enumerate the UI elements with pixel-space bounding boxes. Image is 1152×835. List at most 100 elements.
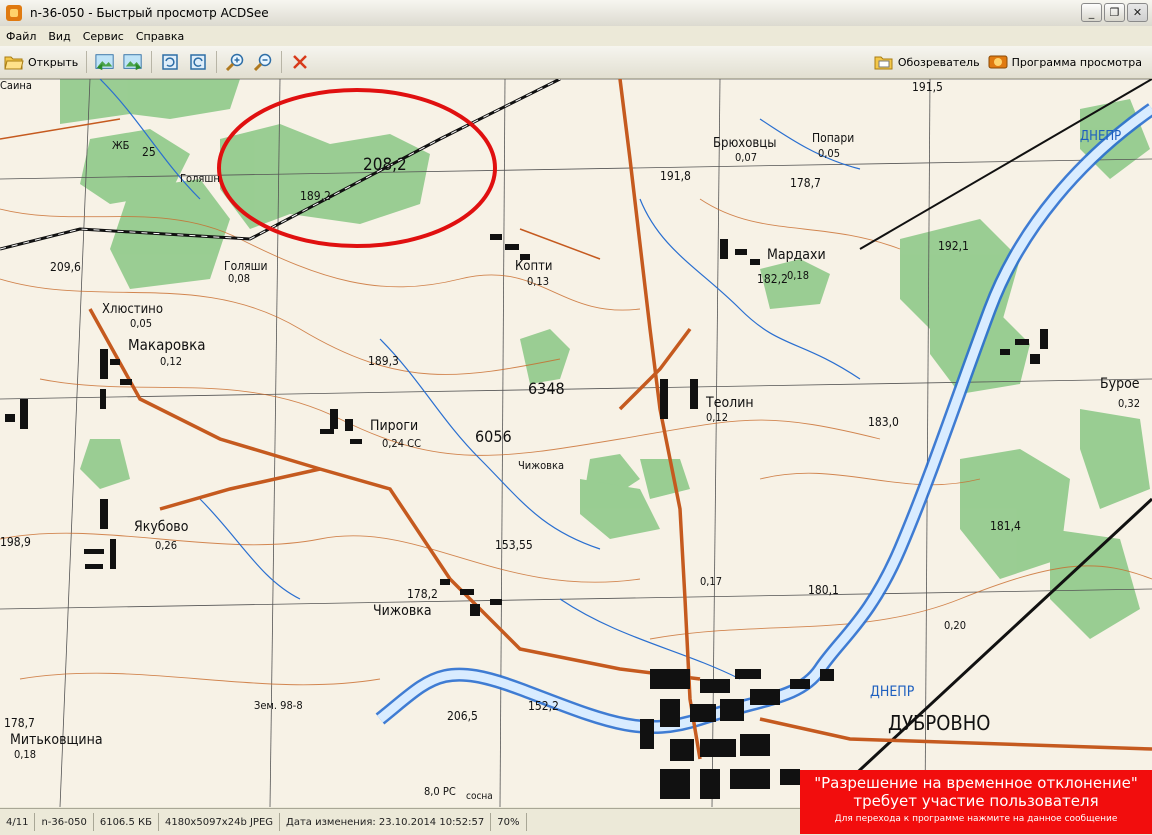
map-label: 189,3 bbox=[368, 354, 399, 368]
map-label: 0,17 bbox=[700, 575, 723, 588]
map-label: 178,7 bbox=[4, 716, 35, 730]
map-label: 153,55 bbox=[495, 538, 533, 552]
map-label: 25 bbox=[142, 145, 156, 159]
toolbar-separator bbox=[151, 51, 153, 73]
map-label: 178,2 bbox=[407, 587, 438, 601]
map-label: Чижовка bbox=[373, 603, 432, 619]
next-image-icon bbox=[123, 52, 143, 72]
zoom-in-icon bbox=[225, 52, 245, 72]
title-bar[interactable]: n-36-050 - Быстрый просмотр ACDSee _ ❐ ✕ bbox=[0, 0, 1152, 27]
toolbar-separator bbox=[216, 51, 218, 73]
map-label: сосна bbox=[466, 791, 493, 802]
menu-file[interactable]: Файл bbox=[0, 30, 42, 43]
zoom-out-button[interactable] bbox=[249, 49, 277, 75]
map-image[interactable]: 208,2 Брюховцы 0,07 Попари 0,05 191,5 ДНЕПР 19… bbox=[0, 79, 1152, 807]
status-size: 6106.5 КБ bbox=[94, 813, 159, 831]
map-label: Митьковщина bbox=[10, 732, 103, 748]
menu-view[interactable]: Вид bbox=[42, 30, 76, 43]
map-label: 0,24 СС bbox=[382, 437, 421, 450]
map-label: ДУБРОВНО bbox=[888, 711, 991, 735]
menu-bar: Файл Вид Сервис Справка bbox=[0, 26, 1152, 46]
restore-icon: ❐ bbox=[1109, 6, 1120, 19]
delete-button[interactable] bbox=[286, 49, 314, 75]
map-label: 206,5 bbox=[447, 709, 478, 723]
map-label: 0,26 bbox=[155, 539, 178, 552]
close-icon: ✕ bbox=[1132, 6, 1143, 19]
rotate-left-button[interactable] bbox=[156, 49, 184, 75]
map-label: ДНЕПР bbox=[1080, 129, 1122, 144]
minimize-button[interactable]: _ bbox=[1081, 3, 1102, 22]
browser-button[interactable]: Обозреватель bbox=[870, 49, 984, 75]
browser-label: Обозреватель bbox=[897, 55, 980, 69]
app-icon bbox=[6, 5, 22, 21]
close-button[interactable]: ✕ bbox=[1127, 3, 1148, 22]
map-label: Саина bbox=[0, 79, 32, 92]
map-label: 0,13 bbox=[527, 275, 550, 288]
map-label: ДНЕПР bbox=[870, 684, 915, 700]
map-label: Копти bbox=[515, 259, 553, 274]
map-label: Чижовка bbox=[518, 459, 565, 472]
notification-line-1: "Разрешение на временное отклонение" bbox=[814, 774, 1138, 792]
map-label: Голяши bbox=[224, 259, 268, 273]
map-label: 0,18 bbox=[14, 748, 37, 761]
notification-line-3: Для перехода к программе нажмите на данн… bbox=[834, 814, 1118, 824]
map-label: Хлюстино bbox=[102, 302, 163, 317]
rotate-right-button[interactable] bbox=[184, 49, 212, 75]
map-label: 0,32 bbox=[1118, 397, 1141, 410]
status-date: Дата изменения: 23.10.2014 10:52:57 bbox=[280, 813, 492, 831]
map-label: 0,20 bbox=[944, 619, 967, 632]
open-label: Открыть bbox=[28, 55, 79, 69]
viewer-icon bbox=[988, 52, 1008, 72]
map-label: 209,6 bbox=[50, 260, 81, 274]
delete-icon bbox=[290, 52, 310, 72]
map-label: 191,5 bbox=[912, 80, 943, 94]
zoom-in-button[interactable] bbox=[221, 49, 249, 75]
zoom-out-icon bbox=[253, 52, 273, 72]
next-image-button[interactable] bbox=[119, 49, 147, 75]
map-label: 8,0 РС bbox=[424, 785, 456, 798]
toolbar: Открыть Обозреватель Программа просмотра bbox=[0, 46, 1152, 79]
previous-image-icon bbox=[95, 52, 115, 72]
map-label: 180,1 bbox=[808, 583, 839, 597]
status-zoom: 70% bbox=[491, 813, 527, 831]
previous-image-button[interactable] bbox=[91, 49, 119, 75]
map-label: 0,08 bbox=[228, 272, 251, 285]
map-label: 198,9 bbox=[0, 535, 31, 549]
map-label: 6056 bbox=[475, 427, 512, 446]
map-label: 152,2 bbox=[528, 699, 559, 713]
map-label: Зем. 98-8 bbox=[254, 699, 303, 712]
open-button[interactable]: Открыть bbox=[0, 49, 82, 75]
map-label: Пироги bbox=[370, 418, 419, 434]
map-label: Попари bbox=[812, 131, 855, 145]
viewer-button[interactable]: Программа просмотра bbox=[984, 49, 1146, 75]
menu-tools[interactable]: Сервис bbox=[77, 30, 130, 43]
map-label: Брюховцы bbox=[713, 136, 777, 151]
map-label: Теолин bbox=[706, 395, 754, 411]
map-label: 0,05 bbox=[130, 317, 153, 330]
notification-line-2: требует участие пользователя bbox=[853, 792, 1099, 810]
restore-button[interactable]: ❐ bbox=[1104, 3, 1125, 22]
notification-banner[interactable]: "Разрешение на временное отклонение" тре… bbox=[800, 770, 1152, 834]
height-label: 208,2 bbox=[363, 155, 407, 175]
map-label: Якубово bbox=[134, 519, 189, 535]
map-label: 189,2 bbox=[300, 189, 331, 203]
map-label: ЖБ bbox=[112, 139, 130, 152]
map-label: 181,4 bbox=[990, 519, 1021, 533]
viewer-label: Программа просмотра bbox=[1011, 55, 1142, 69]
map-label: 0,12 bbox=[706, 411, 729, 424]
minimize-icon: _ bbox=[1088, 6, 1095, 19]
status-index: 4/11 bbox=[0, 813, 36, 831]
rotate-right-icon bbox=[188, 52, 208, 72]
map-label: 0,07 bbox=[735, 151, 758, 164]
map-graphics bbox=[0, 79, 1152, 807]
map-label: Бурое bbox=[1100, 376, 1140, 392]
map-label: 191,8 bbox=[660, 169, 691, 183]
window-title: n-36-050 - Быстрый просмотр ACDSee bbox=[30, 6, 269, 20]
status-dimensions: 4180x5097x24b JPEG bbox=[159, 813, 281, 831]
menu-help[interactable]: Справка bbox=[130, 30, 190, 43]
map-label: Голяшн bbox=[180, 172, 220, 185]
map-label: 178,7 bbox=[790, 176, 821, 190]
map-label: 0,12 bbox=[160, 355, 183, 368]
folder-icon bbox=[4, 52, 24, 72]
toolbar-separator bbox=[86, 51, 88, 73]
